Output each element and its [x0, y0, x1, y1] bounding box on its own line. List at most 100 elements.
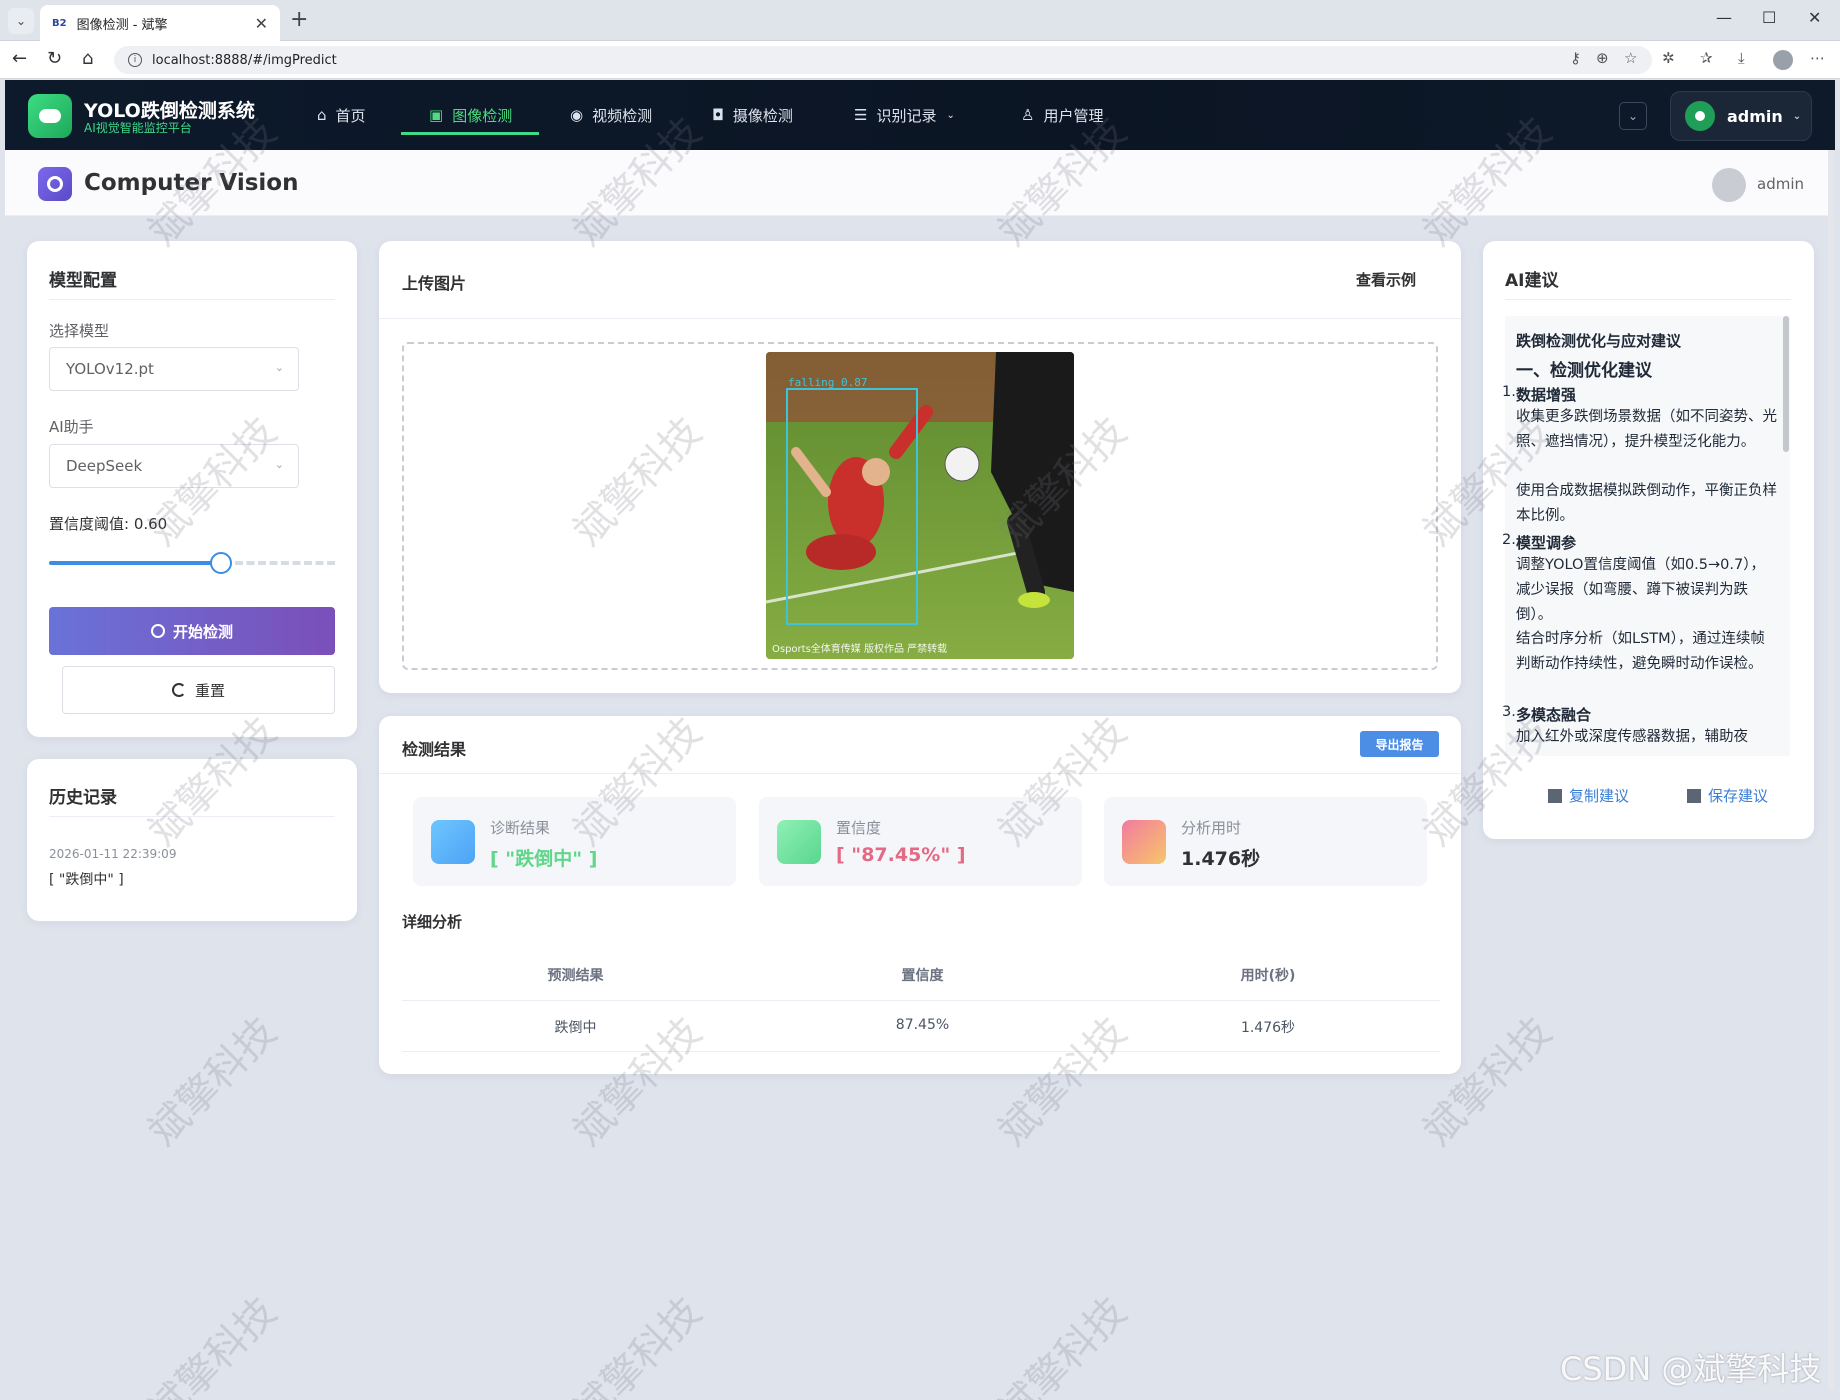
reset-label: 重置: [194, 681, 225, 700]
zoom-icon[interactable]: ⊕: [1596, 49, 1609, 67]
ai-item-title: 多模态融合: [1516, 706, 1592, 724]
user-icon: ♙: [1021, 106, 1035, 124]
browser-tab-strip: ⌄ B2 图像检测 - 斌擎 ✕ + — ☐ ✕: [0, 0, 1840, 41]
nav-records[interactable]: ☰ 识别记录 ⌄: [854, 98, 955, 132]
maximize-icon[interactable]: ☐: [1762, 8, 1776, 27]
browser-tab[interactable]: B2 图像检测 - 斌擎 ✕: [40, 5, 280, 41]
nav-records-label: 识别记录: [876, 106, 937, 125]
avatar[interactable]: [1712, 168, 1746, 202]
nav-camera-detection[interactable]: ◘ 摄像检测: [712, 98, 793, 132]
user-menu[interactable]: admin ⌄: [1670, 91, 1812, 141]
ai-item-number: 1.: [1502, 384, 1516, 400]
tab-list-button[interactable]: ⌄: [8, 8, 34, 34]
history-item-time: 2026-01-11 22:39:09: [49, 847, 177, 861]
nav-camera-label: 摄像检测: [732, 106, 793, 125]
model-select[interactable]: YOLOv12.pt ⌄: [49, 347, 299, 391]
confidence-icon: [777, 820, 821, 864]
nav-image-label: 图像检测: [452, 106, 513, 125]
view-example-link[interactable]: 查看示例: [1356, 269, 1416, 290]
target-icon: [150, 624, 165, 638]
metric-time: 分析用时 1.476秒: [1104, 797, 1427, 886]
assistant-select[interactable]: DeepSeek ⌄: [49, 444, 299, 488]
page-scrollbar[interactable]: [1828, 150, 1834, 1390]
profile-avatar[interactable]: [1773, 50, 1793, 70]
assistant-select-label: AI助手: [49, 418, 94, 436]
favorite-star-icon[interactable]: ☆: [1624, 49, 1637, 67]
camera-icon: ◘: [712, 106, 724, 124]
detection-image: falling 0.87 Osports全体育传媒 版权作品 严禁转载: [766, 352, 1074, 659]
ai-title: AI建议: [1505, 271, 1559, 291]
export-report-button[interactable]: 导出报告: [1360, 731, 1439, 757]
reload-icon[interactable]: ↻: [47, 48, 62, 69]
nav-home[interactable]: ⌂ 首页: [317, 98, 366, 132]
nav-video-detection[interactable]: ◉ 视频检测: [570, 98, 652, 132]
new-tab-icon[interactable]: +: [290, 7, 308, 32]
cv-logo-icon: [38, 167, 72, 201]
slider-thumb[interactable]: [210, 552, 232, 574]
nav-users[interactable]: ♙ 用户管理: [1021, 98, 1103, 132]
more-menu-icon[interactable]: ⋯: [1810, 49, 1825, 67]
collapse-icon[interactable]: ⌄: [1619, 102, 1647, 130]
slider-remaining: [235, 561, 335, 565]
diagnosis-icon: [431, 820, 475, 864]
model-config-title: 模型配置: [49, 271, 117, 291]
metric-value: 1.476秒: [1181, 848, 1261, 870]
time-icon: [1122, 820, 1166, 864]
sub-user-name: admin: [1757, 175, 1804, 193]
assistant-select-value: DeepSeek: [66, 457, 143, 475]
favorites-icon[interactable]: ✰: [1700, 49, 1713, 67]
csdn-credit: CSDN @斌擎科技: [1560, 1350, 1822, 1388]
ai-section-title: 一、检测优化建议: [1516, 361, 1652, 381]
save-icon: [1687, 788, 1701, 803]
start-detection-label: 开始检测: [172, 622, 233, 641]
reset-button[interactable]: 重置: [62, 666, 335, 714]
refresh-icon: [171, 683, 186, 697]
chevron-down-icon: ⌄: [946, 109, 955, 121]
close-window-icon[interactable]: ✕: [1808, 8, 1821, 27]
nav-active-indicator: [401, 132, 539, 135]
nav-users-label: 用户管理: [1043, 106, 1104, 125]
minimize-icon[interactable]: —: [1716, 8, 1732, 27]
threshold-slider[interactable]: [49, 552, 335, 574]
table-divider: [402, 1051, 1440, 1052]
back-icon[interactable]: ←: [12, 48, 27, 69]
upload-title: 上传图片: [402, 274, 467, 293]
history-item-result[interactable]: [ "跌倒中" ]: [49, 869, 124, 889]
user-avatar: [1685, 101, 1715, 131]
table-header-prediction: 预测结果: [547, 968, 604, 984]
save-suggestion-label: 保存建议: [1708, 787, 1769, 805]
nav-image-detection[interactable]: ▣ 图像检测: [429, 98, 512, 132]
close-tab-icon[interactable]: ✕: [255, 14, 268, 33]
site-info-icon[interactable]: i: [128, 53, 142, 67]
copy-icon: [1548, 788, 1562, 803]
soccer-photo: falling 0.87 Osports全体育传媒 版权作品 严禁转载: [766, 352, 1074, 659]
url-text: localhost:8888/#/imgPredict: [152, 52, 337, 68]
start-detection-button[interactable]: 开始检测: [49, 607, 335, 655]
ai-scrollbar[interactable]: [1783, 316, 1789, 452]
table-header-time: 用时(秒): [1240, 968, 1296, 984]
tab-title: 图像检测 - 斌擎: [76, 17, 168, 33]
save-suggestion-button[interactable]: 保存建议: [1687, 785, 1768, 806]
table-header-confidence: 置信度: [901, 968, 944, 984]
home-icon: ⌂: [317, 106, 327, 124]
home-browser-icon[interactable]: ⌂: [82, 48, 93, 69]
watermark: 斌擎科技: [564, 1288, 711, 1400]
chevron-down-icon: ⌄: [1792, 110, 1802, 122]
metric-label: 分析用时: [1181, 819, 1242, 837]
photo-caption: Osports全体育传媒 版权作品 严禁转载: [772, 642, 947, 655]
sub-header: Computer Vision admin: [5, 150, 1831, 216]
url-input[interactable]: i localhost:8888/#/imgPredict: [114, 46, 1652, 74]
ai-item-number: 3.: [1502, 704, 1516, 720]
key-icon[interactable]: ⚷: [1570, 49, 1581, 67]
downloads-icon[interactable]: ⤓: [1738, 49, 1745, 67]
divider: [49, 816, 335, 817]
metric-confidence: 置信度 [ "87.45%" ]: [759, 797, 1082, 886]
extensions-icon[interactable]: ✲: [1662, 49, 1675, 67]
divider: [1505, 299, 1791, 300]
ai-item-text: 加入红外或深度传感器数据，辅助夜: [1516, 729, 1748, 745]
detail-title: 详细分析: [402, 913, 463, 931]
metric-label: 置信度: [836, 819, 882, 837]
ai-item-text: 使用合成数据模拟跌倒动作，平衡正负样本比例。: [1516, 483, 1777, 524]
copy-suggestion-button[interactable]: 复制建议: [1548, 785, 1629, 806]
chevron-down-icon: ⌄: [274, 458, 284, 471]
